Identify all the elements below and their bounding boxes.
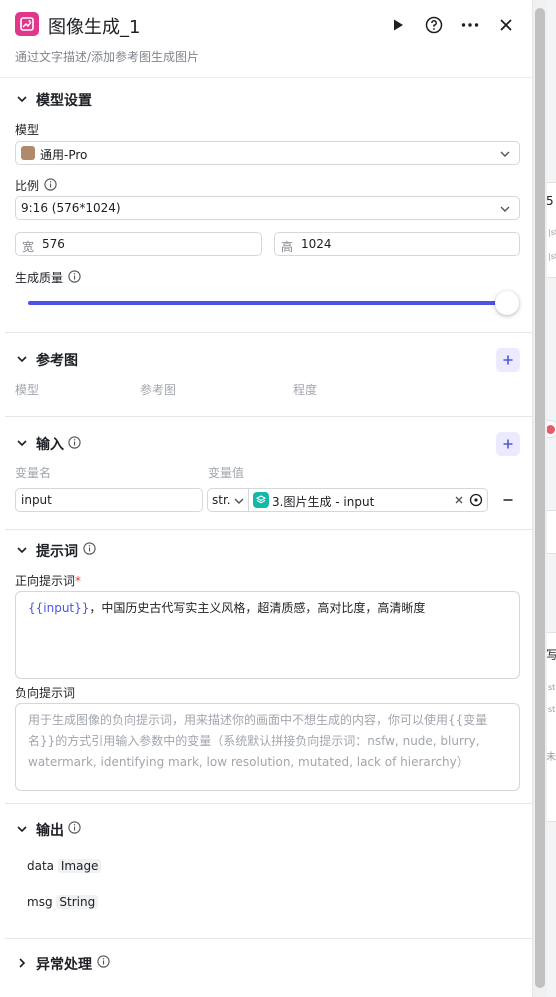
height-input[interactable]: 高 1024	[274, 232, 520, 256]
info-icon[interactable]	[83, 542, 96, 555]
model-avatar	[21, 146, 35, 160]
variable-source-icon	[253, 492, 269, 508]
output-field-type: Image	[57, 859, 102, 873]
section-title-prompt[interactable]: 提示词	[36, 541, 78, 561]
info-icon[interactable]	[68, 821, 81, 834]
chevron-down-icon[interactable]	[15, 436, 29, 450]
chevron-down-icon[interactable]	[15, 352, 29, 366]
output-field-type: String	[56, 895, 99, 909]
remove-row-icon[interactable]	[502, 494, 514, 506]
info-icon[interactable]	[68, 270, 81, 283]
add-reference-button[interactable]	[496, 348, 520, 372]
width-value: 576	[42, 237, 65, 251]
ratio-label: 比例	[15, 179, 40, 193]
canvas-node-title: 5	[546, 194, 554, 208]
play-icon	[394, 19, 403, 31]
quality-slider-track[interactable]	[28, 301, 508, 305]
canvas-node-row: |st	[548, 228, 556, 237]
section-title-exception[interactable]: 异常处理	[36, 954, 92, 974]
output-field: msg String	[27, 895, 99, 909]
chevron-down-icon[interactable]	[15, 543, 29, 557]
output-field-name: msg	[27, 895, 53, 909]
variable-reference[interactable]: 3.图片生成 - input	[272, 493, 374, 510]
height-prefix: 高	[281, 240, 294, 254]
more-button[interactable]	[458, 13, 482, 37]
positive-prompt-textarea[interactable]: {{input}}，中国历史古代写实主义风格，超清质感，高对比度，高清晰度	[15, 591, 520, 679]
reference-col-image: 参考图	[140, 383, 177, 397]
divider	[5, 803, 532, 804]
positive-prompt-label-text: 正向提示词	[15, 574, 76, 588]
model-value: 通用-Pro	[40, 148, 88, 162]
canvas-node-title: 写	[546, 648, 556, 662]
negative-prompt-textarea[interactable]: 用于生成图像的负向提示词，用来描述你的画面中不想生成的内容，你可以使用{{变量名…	[15, 703, 520, 791]
canvas-node-row: st	[548, 683, 556, 692]
canvas-node-row: 未	[546, 752, 556, 763]
reference-col-strength: 程度	[293, 383, 318, 397]
section-title-model-settings[interactable]: 模型设置	[36, 90, 92, 110]
negative-prompt-label: 负向提示词	[15, 686, 76, 700]
ratio-value: 9:16 (576*1024)	[21, 201, 121, 215]
chevron-down-icon[interactable]	[233, 495, 245, 507]
positive-prompt-text: ，中国历史古代写实主义风格，超清质感，高对比度，高清晰度	[89, 601, 426, 615]
model-select[interactable]: 通用-Pro	[15, 141, 520, 165]
scrollbar-thumb[interactable]	[535, 8, 545, 988]
help-icon	[425, 16, 443, 34]
height-value: 1024	[301, 237, 332, 251]
divider	[5, 332, 532, 333]
add-input-button[interactable]	[496, 432, 520, 456]
node-description: 通过文字描述/添加参考图生成图片	[15, 50, 200, 64]
target-icon[interactable]	[469, 493, 483, 507]
divider	[5, 416, 532, 417]
info-icon[interactable]	[68, 436, 81, 449]
section-title-inputs[interactable]: 输入	[36, 434, 64, 454]
output-field-name: data	[27, 859, 55, 873]
chevron-down-icon[interactable]	[15, 92, 29, 106]
panel-header: 图像生成_1 通过文字描述/添加参考图生成图片	[0, 0, 532, 78]
divider	[5, 938, 532, 939]
run-button[interactable]	[386, 13, 410, 37]
info-icon[interactable]	[44, 178, 57, 191]
canvas-node-row: st	[548, 705, 556, 714]
quality-slider-handle[interactable]	[495, 291, 519, 315]
chevron-down-icon[interactable]	[15, 822, 29, 836]
more-icon	[461, 23, 479, 27]
variable-name-value: input	[21, 493, 52, 507]
output-field: data Image	[27, 859, 102, 873]
positive-prompt-label: 正向提示词*	[15, 572, 81, 589]
negative-prompt-placeholder: 用于生成图像的负向提示词，用来描述你的画面中不想生成的内容，你可以使用{{变量名…	[28, 713, 488, 769]
node-title[interactable]: 图像生成_1	[48, 13, 140, 39]
plus-icon	[503, 439, 513, 449]
close-button[interactable]	[494, 13, 518, 37]
layers-icon	[256, 495, 266, 504]
prompt-variable-token[interactable]: {{input}}	[28, 601, 89, 615]
chevron-down-icon	[500, 206, 510, 212]
close-icon	[500, 19, 512, 31]
section-title-reference[interactable]: 参考图	[36, 350, 78, 370]
help-button[interactable]	[422, 13, 446, 37]
reference-col-model: 模型	[15, 383, 40, 397]
width-prefix: 宽	[22, 240, 35, 254]
variable-type-select[interactable]: str.	[212, 493, 231, 507]
field-separator	[248, 489, 249, 511]
required-mark: *	[75, 574, 82, 588]
inputs-col-value: 变量值	[208, 466, 245, 480]
inputs-col-name: 变量名	[15, 466, 52, 480]
width-input[interactable]: 宽 576	[15, 232, 262, 256]
ratio-select[interactable]: 9:16 (576*1024)	[15, 196, 520, 220]
section-title-output[interactable]: 输出	[36, 820, 64, 840]
chevron-right-icon[interactable]	[15, 956, 29, 970]
variable-name-input[interactable]: input	[15, 488, 203, 512]
canvas-node-row: |st	[548, 252, 556, 261]
image-node-icon	[15, 12, 39, 36]
chevron-down-icon	[500, 151, 510, 157]
info-icon[interactable]	[97, 955, 110, 968]
quality-label: 生成质量	[15, 271, 64, 285]
divider	[5, 529, 532, 530]
node-config-panel: 图像生成_1 通过文字描述/添加参考图生成图片 模型设置 模型 通用-Pro 比…	[0, 0, 533, 997]
variable-value-field[interactable]: str. 3.图片生成 - input	[207, 488, 488, 512]
plus-icon	[503, 355, 513, 365]
clear-icon[interactable]	[454, 495, 464, 505]
model-label: 模型	[15, 123, 40, 137]
